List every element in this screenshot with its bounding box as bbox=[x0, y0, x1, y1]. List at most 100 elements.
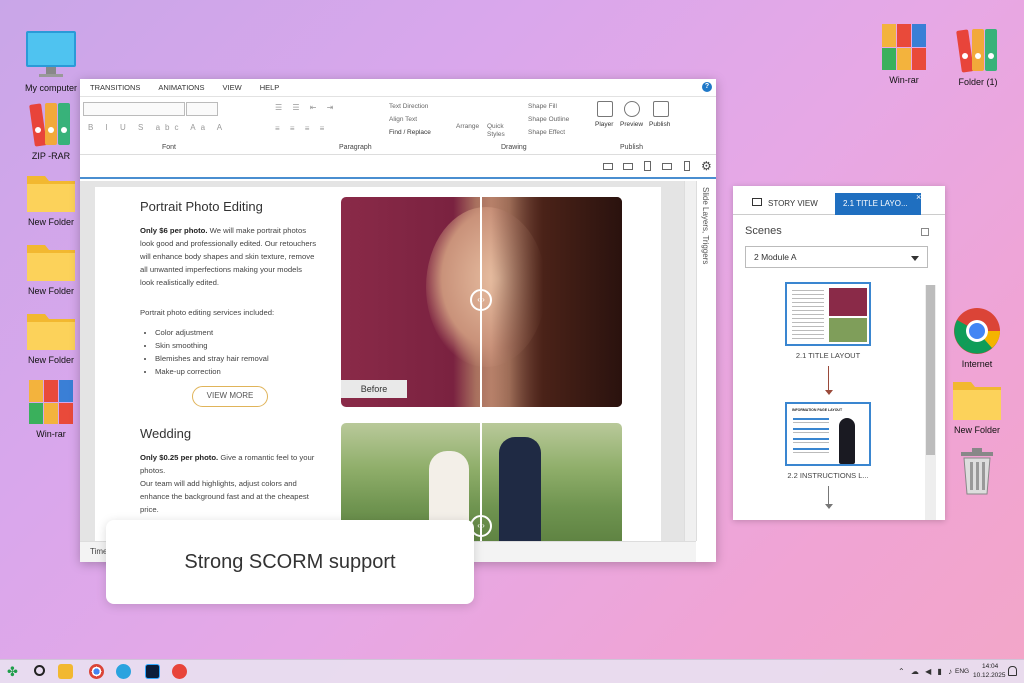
clock-date[interactable]: 10.12.2025 bbox=[973, 672, 1006, 679]
paragraph-align-buttons[interactable]: ≡ ≡ ≡ ≡ bbox=[275, 124, 328, 133]
close-icon[interactable]: × bbox=[916, 192, 921, 202]
thumb-person bbox=[839, 418, 855, 464]
icon-label: New Folder bbox=[27, 355, 74, 365]
scene-thumbnail-2-2[interactable]: INFORMATION PAGE LAYOUT bbox=[785, 402, 871, 466]
file-explorer-icon[interactable] bbox=[58, 664, 73, 679]
folder-icon bbox=[27, 314, 75, 350]
menu-bar: TRANSITIONS ANIMATIONS VIEW HELP bbox=[80, 79, 716, 97]
thumb-text-lines bbox=[792, 290, 824, 340]
desktop-icon-my-computer[interactable]: My computer bbox=[16, 30, 86, 93]
expand-icon[interactable] bbox=[921, 228, 929, 236]
font-size-select[interactable] bbox=[186, 102, 218, 116]
shape-fill-button[interactable]: Shape Fill bbox=[528, 103, 557, 110]
publish-button[interactable]: Publish bbox=[649, 121, 670, 128]
list-item: Color adjustment bbox=[155, 326, 269, 339]
telegram-icon[interactable] bbox=[116, 664, 131, 679]
publish-icon[interactable] bbox=[653, 101, 669, 117]
scene-label-2-1: 2.1 TITLE LAYOUT bbox=[795, 351, 861, 360]
player-button[interactable]: Player bbox=[595, 121, 613, 128]
scene-select-value: 2 Module A bbox=[754, 252, 797, 262]
settings-gear-icon[interactable]: ⚙ bbox=[701, 159, 712, 173]
panel-scrollbar[interactable] bbox=[925, 285, 936, 520]
menu-animations[interactable]: ANIMATIONS bbox=[158, 83, 204, 92]
photoshop-icon[interactable] bbox=[145, 664, 160, 679]
start-icon[interactable]: ✤ bbox=[7, 665, 18, 678]
portrait-list-intro: Portrait photo editing services included… bbox=[140, 308, 275, 317]
story-view-panel: STORY VIEW 2.1 TITLE LAYO... × Scenes 2 … bbox=[733, 186, 945, 520]
desktop-icon-new-folder-2[interactable]: New Folder bbox=[16, 239, 86, 296]
preview-button[interactable]: Preview bbox=[620, 121, 643, 128]
search-icon[interactable] bbox=[34, 665, 45, 676]
notifications-icon[interactable] bbox=[1008, 666, 1017, 676]
wedding-body-2: Our team will add highlights, adjust col… bbox=[140, 479, 309, 514]
device-phone-icon[interactable] bbox=[684, 161, 690, 171]
folder-icon bbox=[953, 382, 1001, 420]
desktop-icon-folder-1[interactable]: Folder (1) bbox=[943, 26, 1013, 87]
portrait-before-after-image[interactable]: ‹ › Before bbox=[341, 197, 622, 407]
wedding-groom bbox=[499, 437, 541, 541]
quick-styles-button[interactable]: Quick Styles bbox=[487, 123, 513, 139]
align-text-button[interactable]: Align Text bbox=[389, 116, 417, 123]
desktop-icon-zip-rar[interactable]: ZIP -RAR bbox=[16, 100, 86, 161]
arrange-button[interactable]: Arrange bbox=[456, 123, 479, 130]
desktop-icon-trash[interactable] bbox=[942, 446, 1012, 496]
device-laptop-icon[interactable] bbox=[623, 163, 633, 170]
desktop-icon-win-rar-right[interactable]: Win-rar bbox=[869, 22, 939, 85]
font-format-buttons[interactable]: B I U S abc Aa A bbox=[88, 123, 227, 132]
flow-arrow bbox=[828, 366, 829, 392]
archive-icon bbox=[29, 103, 70, 147]
trash-icon bbox=[961, 448, 993, 495]
preview-icon[interactable] bbox=[624, 101, 640, 117]
clock-time[interactable]: 14:04 bbox=[982, 663, 998, 670]
scene-thumbnail-2-1[interactable] bbox=[785, 282, 871, 346]
icon-label: ZIP -RAR bbox=[31, 151, 71, 161]
menu-help[interactable]: HELP bbox=[260, 83, 280, 92]
menu-transitions[interactable]: TRANSITIONS bbox=[90, 83, 140, 92]
side-tab-label: Slide Layers, Triggers bbox=[701, 187, 710, 265]
language-indicator[interactable]: ENG bbox=[955, 668, 969, 675]
list-item: Blemishes and stray hair removal bbox=[155, 352, 269, 365]
icon-label: New Folder bbox=[27, 286, 74, 296]
icon-label: Internet bbox=[961, 359, 993, 369]
archive-icon bbox=[956, 29, 997, 73]
canvas-vertical-scrollbar[interactable] bbox=[684, 181, 696, 541]
desktop-icon-win-rar[interactable]: Win-rar bbox=[16, 378, 86, 439]
player-icon[interactable] bbox=[597, 101, 613, 117]
portrait-price: Only $6 per photo. bbox=[140, 226, 208, 235]
device-tablet-landscape-icon[interactable] bbox=[662, 163, 672, 170]
scene-select[interactable]: 2 Module A bbox=[745, 246, 928, 268]
view-more-button[interactable]: VIEW MORE bbox=[192, 386, 268, 407]
slide-layers-triggers-tab[interactable]: Slide Layers, Triggers bbox=[696, 181, 716, 541]
find-replace-button[interactable]: Find / Replace bbox=[389, 129, 431, 136]
desktop-icon-internet[interactable]: Internet bbox=[942, 306, 1012, 369]
font-group-label: Font bbox=[162, 144, 177, 151]
shape-effect-button[interactable]: Shape Effect bbox=[528, 129, 565, 136]
paragraph-list-buttons[interactable]: ☰ ☰ ⇤ ⇥ bbox=[275, 103, 337, 112]
menu-view[interactable]: VIEW bbox=[223, 83, 242, 92]
list-item: Make-up correction bbox=[155, 365, 269, 378]
chrome-taskbar-icon[interactable] bbox=[89, 664, 104, 679]
app-taskbar-icon[interactable] bbox=[172, 664, 187, 679]
icon-label: Folder (1) bbox=[958, 77, 998, 87]
tray-icons[interactable]: ⌃ ☁ ◀ ▮ ♪ bbox=[898, 667, 954, 676]
desktop-icon-new-folder-3[interactable]: New Folder bbox=[16, 308, 86, 365]
text-direction-button[interactable]: Text Direction bbox=[389, 103, 428, 110]
thumb-heading: INFORMATION PAGE LAYOUT bbox=[792, 408, 843, 412]
device-tablet-icon[interactable] bbox=[644, 161, 651, 171]
publish-group-label: Publish bbox=[620, 144, 643, 151]
desktop-icon-new-folder-1[interactable]: New Folder bbox=[16, 170, 86, 227]
tab-story-view[interactable]: STORY VIEW bbox=[768, 199, 818, 208]
tab-title-layout[interactable]: 2.1 TITLE LAYO... bbox=[835, 193, 921, 215]
font-family-select[interactable] bbox=[83, 102, 185, 116]
panel-scroll-thumb[interactable] bbox=[926, 285, 935, 455]
drawing-group-label: Drawing bbox=[501, 144, 527, 151]
help-icon[interactable]: ? bbox=[702, 82, 712, 92]
device-desktop-icon[interactable] bbox=[603, 163, 613, 170]
desktop-icon-new-folder-right[interactable]: New Folder bbox=[942, 376, 1012, 435]
portrait-description: Only $6 per photo. We will make portrait… bbox=[140, 224, 318, 289]
shape-outline-button[interactable]: Shape Outline bbox=[528, 116, 569, 123]
scenes-label: Scenes bbox=[745, 225, 782, 237]
archive-icon bbox=[29, 380, 73, 424]
compare-handle-icon[interactable]: ‹ › bbox=[470, 289, 492, 311]
portrait-body: We will make portrait photos look good a… bbox=[140, 226, 317, 287]
